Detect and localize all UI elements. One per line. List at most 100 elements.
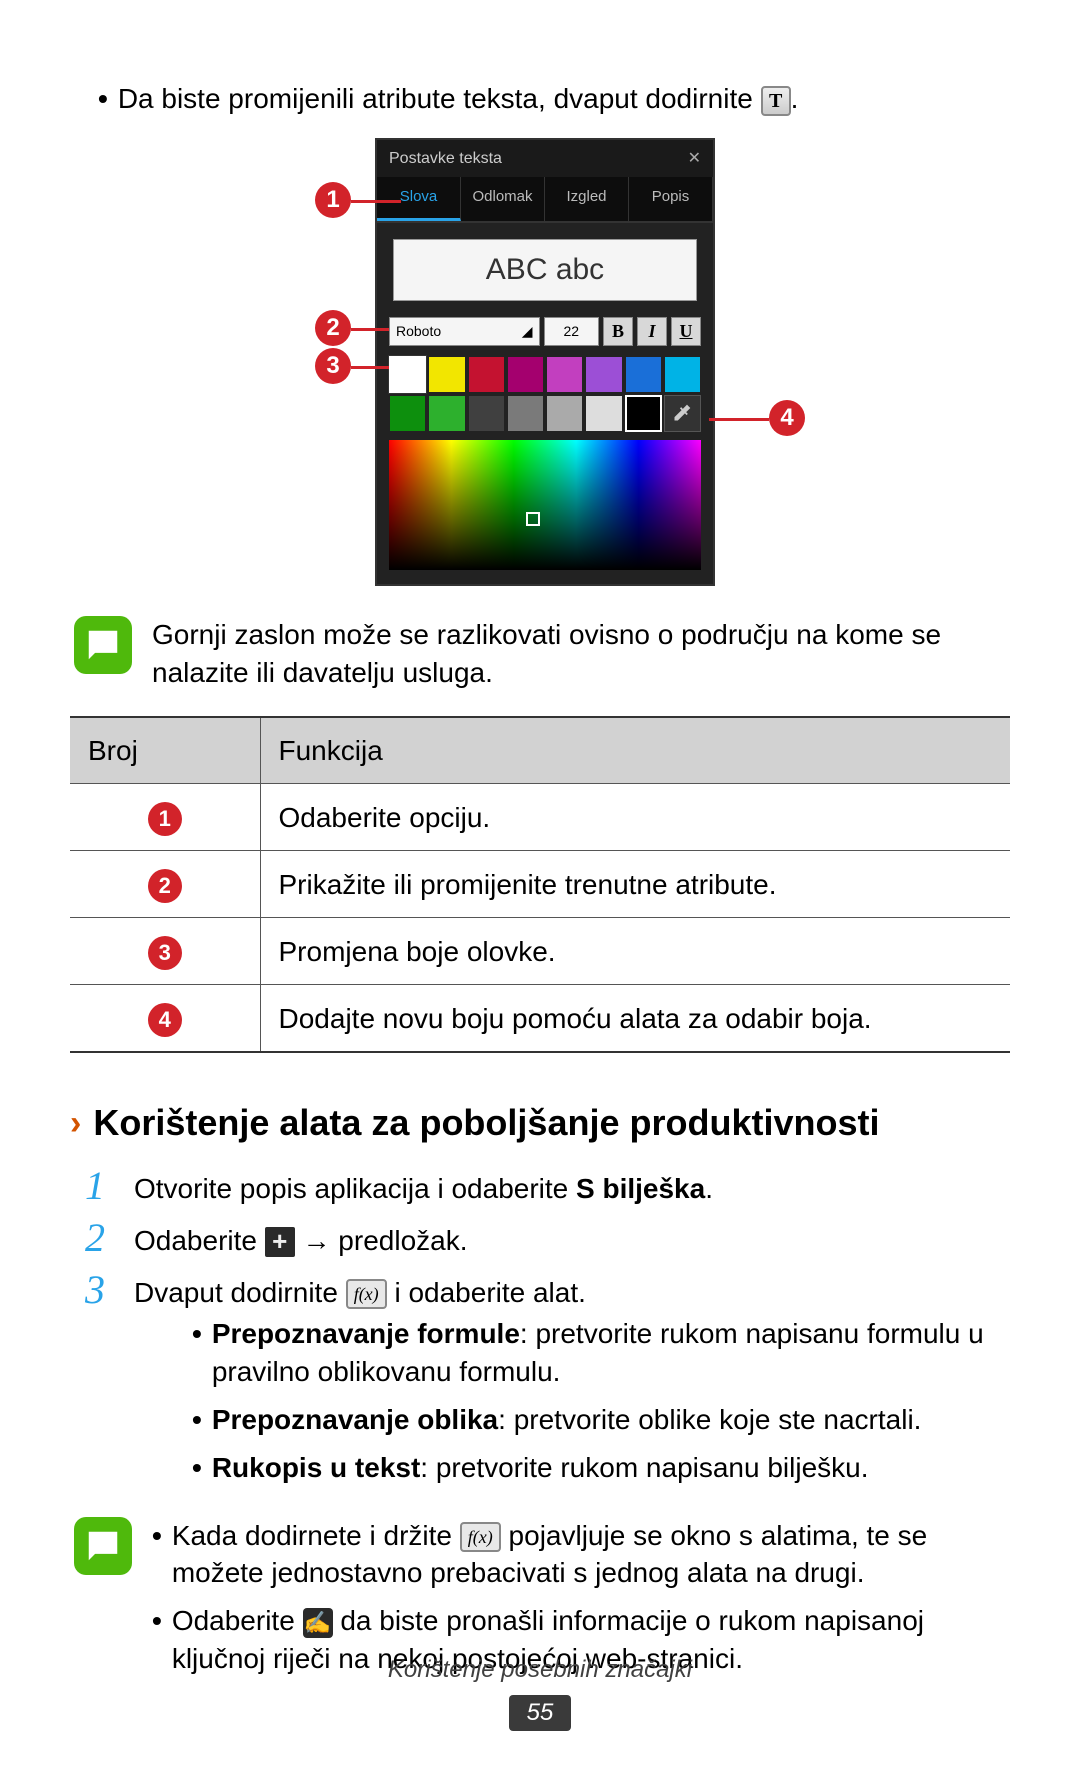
bullet-dot: • — [192, 1449, 202, 1487]
swatch[interactable] — [389, 356, 426, 393]
bold-button[interactable]: B — [603, 317, 633, 346]
swatch[interactable] — [428, 356, 465, 393]
bullet-dot: • — [152, 1517, 162, 1593]
section-title-text: Korištenje alata za poboljšanje produkti… — [93, 1099, 879, 1148]
swatch[interactable] — [625, 395, 662, 432]
chevron-right-icon: › — [70, 1101, 81, 1147]
sub3-bold: Rukopis u tekst — [212, 1452, 420, 1483]
swatch[interactable] — [507, 395, 544, 432]
row-num-3: 3 — [148, 936, 182, 970]
note2-b1a: Kada dodirnete i držite — [172, 1520, 460, 1551]
footer-caption: Korištenje posebnih značajki — [0, 1654, 1080, 1686]
step-3-a: Dvaput dodirnite — [134, 1277, 346, 1308]
table-row: 2 Prikažite ili promijenite trenutne atr… — [70, 851, 1010, 918]
tab-odlomak[interactable]: Odlomak — [461, 177, 545, 220]
row-func-2: Prikažite ili promijenite trenutne atrib… — [260, 851, 1010, 918]
font-size-select[interactable]: 22 — [544, 317, 600, 346]
step-3: 3 Dvaput dodirnite f(x) i odaberite alat… — [78, 1270, 1010, 1497]
table-row: 3 Promjena boje olovke. — [70, 918, 1010, 985]
eyedropper-icon[interactable] — [664, 395, 701, 432]
step-2-a: Odaberite — [134, 1225, 265, 1256]
swatch[interactable] — [468, 395, 505, 432]
page-footer: Korištenje posebnih značajki 55 — [0, 1654, 1080, 1731]
table-row: 1 Odaberite opciju. — [70, 784, 1010, 851]
row-func-1: Odaberite opciju. — [260, 784, 1010, 851]
panel-tabs: Slova Odlomak Izgled Popis — [377, 177, 713, 222]
sub3-rest: : pretvorite rukom napisanu bilješku. — [420, 1452, 868, 1483]
underline-button[interactable]: U — [671, 317, 701, 346]
font-family-select[interactable]: Roboto ◢ — [389, 317, 540, 346]
step-number: 2 — [78, 1218, 112, 1258]
plus-icon: + — [265, 1227, 295, 1257]
bullet-dot: • — [192, 1401, 202, 1439]
sub-bullet-2: • Prepoznavanje oblika: pretvorite oblike… — [192, 1401, 1010, 1439]
step-2-b: → predložak. — [295, 1225, 468, 1256]
swatch[interactable] — [585, 356, 622, 393]
swatch[interactable] — [546, 395, 583, 432]
swatch[interactable] — [664, 356, 701, 393]
table-row: 4 Dodajte novu boju pomoću alata za odab… — [70, 985, 1010, 1053]
step-2-body: Odaberite + → predložak. — [134, 1218, 1010, 1260]
table-head-num: Broj — [70, 717, 260, 784]
panel-header: Postavke teksta ✕ — [377, 140, 713, 178]
swatch[interactable] — [428, 395, 465, 432]
callout-2: 2 — [315, 310, 351, 346]
note2-bullet-1: • Kada dodirnete i držite f(x) pojavljuj… — [152, 1517, 1010, 1593]
dropdown-triangle-icon: ◢ — [522, 322, 533, 341]
swatch[interactable] — [585, 395, 622, 432]
text-attributes-icon: T — [761, 86, 791, 116]
step-number: 3 — [78, 1270, 112, 1310]
swatch[interactable] — [546, 356, 583, 393]
callout-4: 4 — [769, 400, 805, 436]
top-bullet-before: Da biste promijenili atribute teksta, dv… — [118, 83, 761, 114]
step-3-sublist: • Prepoznavanje formule : pretvorite rukom… — [192, 1315, 1010, 1486]
gradient-color-picker[interactable] — [389, 440, 701, 570]
top-bullet: • Da biste promijenili atribute teksta, … — [70, 80, 1010, 118]
top-bullet-after: . — [791, 83, 799, 114]
sub2-bold: Prepoznavanje oblika — [212, 1404, 498, 1435]
step-1-bold: S bilješka — [576, 1173, 705, 1204]
step-1-b: . — [705, 1173, 713, 1204]
font-family-value: Roboto — [396, 322, 441, 341]
callout-3-line — [351, 366, 389, 369]
step-1-a: Otvorite popis aplikacija i odaberite — [134, 1173, 576, 1204]
table-head-func: Funkcija — [260, 717, 1010, 784]
swatch[interactable] — [389, 395, 426, 432]
note-icon — [74, 616, 132, 674]
function-table: Broj Funkcija 1 Odaberite opciju. 2 Prik… — [70, 716, 1010, 1054]
search-web-icon: ✍ — [303, 1608, 333, 1638]
note-1-text: Gornji zaslon može se razlikovati ovisno… — [152, 616, 1010, 692]
top-bullet-text: Da biste promijenili atribute teksta, dv… — [118, 80, 799, 118]
color-swatch-grid — [389, 356, 701, 433]
section-heading: › Korištenje alata za poboljšanje produk… — [70, 1099, 1010, 1148]
row-num-4: 4 — [148, 1003, 182, 1037]
bullet-dot: • — [192, 1315, 202, 1391]
page-number-badge: 55 — [509, 1695, 572, 1731]
callout-1: 1 — [315, 182, 351, 218]
tab-izgled[interactable]: Izgled — [545, 177, 629, 220]
text-settings-panel: Postavke teksta ✕ Slova Odlomak Izgled P… — [375, 138, 715, 586]
text-settings-figure: 1 2 3 4 Postavke teksta ✕ Slova Odlomak … — [275, 138, 805, 586]
row-func-3: Promjena boje olovke. — [260, 918, 1010, 985]
font-attribute-row: Roboto ◢ 22 B I U — [389, 317, 701, 346]
font-preview: ABC abc — [393, 239, 697, 301]
info-note-1: Gornji zaslon može se razlikovati ovisno… — [70, 616, 1010, 692]
step-3-body: Dvaput dodirnite f(x) i odaberite alat. … — [134, 1270, 1010, 1497]
step-2: 2 Odaberite + → predložak. — [78, 1218, 1010, 1260]
swatch[interactable] — [625, 356, 662, 393]
close-icon[interactable]: ✕ — [688, 148, 701, 170]
sub2-rest: : pretvorite oblike koje ste nacrtali. — [498, 1404, 921, 1435]
swatch[interactable] — [468, 356, 505, 393]
callout-4-line — [709, 418, 769, 421]
tab-popis[interactable]: Popis — [629, 177, 713, 220]
sub1-bold: Prepoznavanje formule — [212, 1318, 520, 1349]
fx-icon: f(x) — [460, 1522, 501, 1552]
callout-3: 3 — [315, 348, 351, 384]
swatch[interactable] — [507, 356, 544, 393]
steps-list: 1 Otvorite popis aplikacija i odaberite … — [78, 1166, 1010, 1497]
row-func-4: Dodajte novu boju pomoću alata za odabir… — [260, 985, 1010, 1053]
callout-1-line — [351, 200, 401, 203]
italic-button[interactable]: I — [637, 317, 667, 346]
panel-title: Postavke teksta — [389, 148, 502, 170]
sub-bullet-1: •Prepoznavanje formule: pretvorite rukom… — [192, 1315, 1010, 1391]
